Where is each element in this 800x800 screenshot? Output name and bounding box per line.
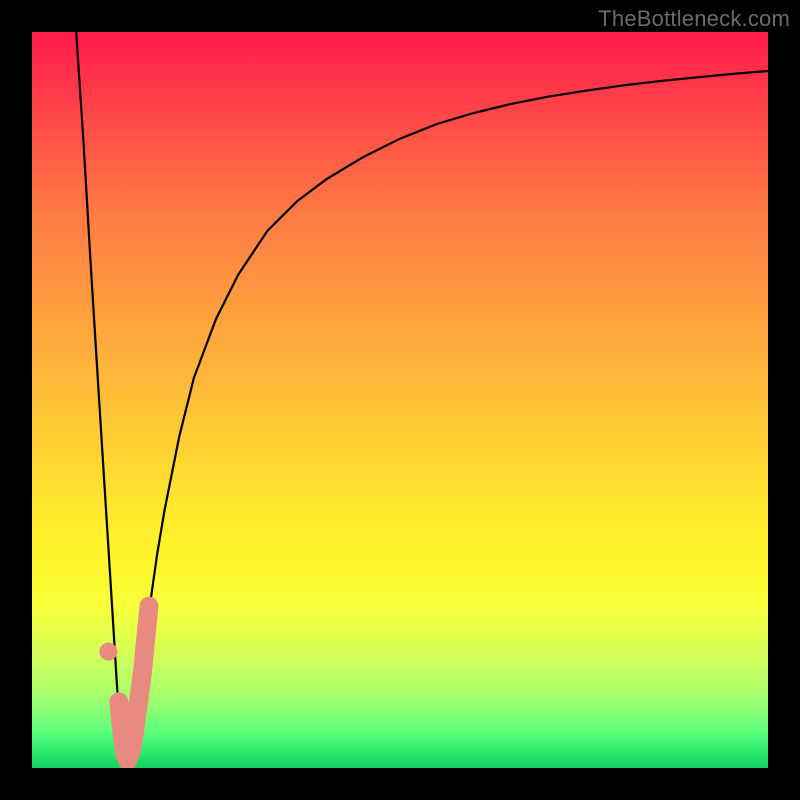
bottleneck-curve xyxy=(76,32,768,768)
chart-frame: TheBottleneck.com xyxy=(0,0,800,800)
plot-area xyxy=(32,32,768,768)
salmon-marks-group xyxy=(99,606,149,761)
chart-svg xyxy=(32,32,768,768)
watermark-text: TheBottleneck.com xyxy=(598,6,790,32)
curve-line xyxy=(76,32,768,768)
salmon-stroke xyxy=(128,606,149,761)
salmon-dot xyxy=(99,643,117,661)
